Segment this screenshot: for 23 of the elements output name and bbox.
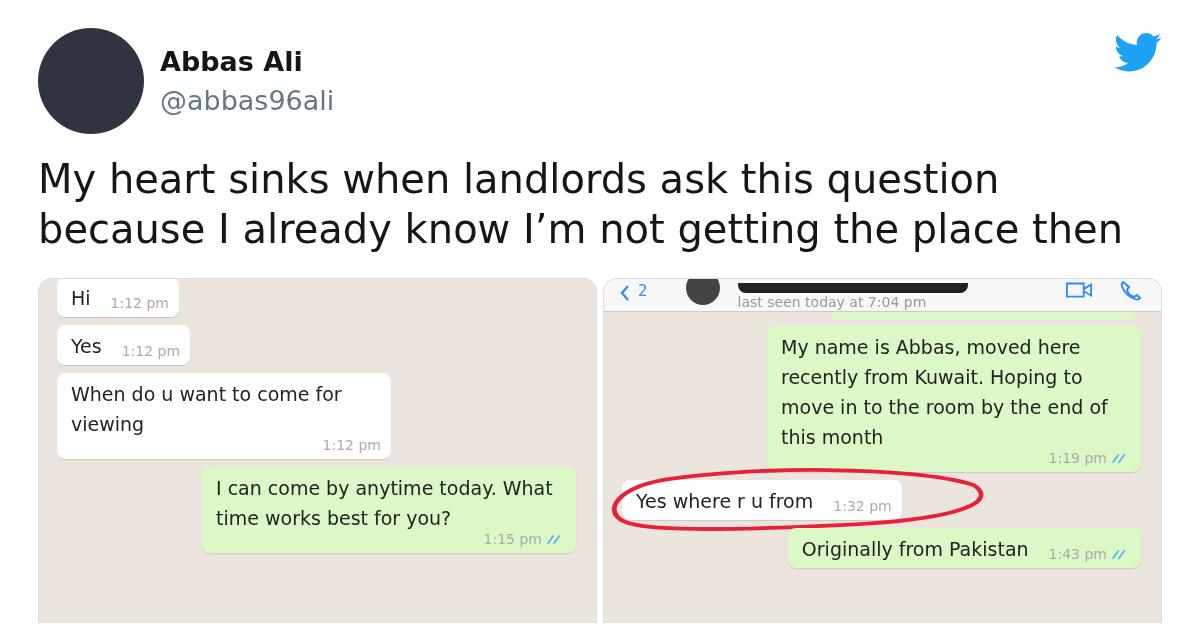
message-time: 1:19 pm xyxy=(1048,449,1107,468)
message-time: 1:12 pm xyxy=(322,436,381,455)
message-text: Yes xyxy=(71,334,102,359)
message-time: 1:32 pm xyxy=(833,497,892,516)
back-chevron-icon xyxy=(620,285,630,301)
message-text: My name is Abbas, moved here recently from Kuwait. Hoping to move in to the room by the end of this month xyxy=(781,335,1109,450)
tweet-text: My heart sinks when landlords ask this question because I already know I’m not getting the place then xyxy=(38,155,1125,254)
author-name: Abbas Ali xyxy=(160,45,304,77)
message-text: Originally from Pakistan xyxy=(801,537,1029,562)
author-handle: @abbas96ali xyxy=(160,84,336,116)
message-time: 1:43 pm xyxy=(1048,545,1107,564)
bird-logo-icon xyxy=(1114,33,1162,73)
message-text: I can come by anytime today. What time works best for you? xyxy=(216,476,554,531)
last-seen-status: last seen today at 7:04 pm xyxy=(737,293,928,311)
unread-count: 2 xyxy=(638,284,648,299)
message-time: 1:12 pm xyxy=(110,294,169,313)
message-time: 1:12 pm xyxy=(121,342,181,361)
video-camera-icon[interactable] xyxy=(1065,281,1093,301)
message-text: Hi xyxy=(71,286,91,311)
message-text: Yes where r u from xyxy=(636,489,814,514)
contact-avatar-placeholder xyxy=(685,279,720,305)
message-time: 1:15 pm xyxy=(483,530,542,549)
message-text: When do u want to come for viewing xyxy=(71,382,343,437)
